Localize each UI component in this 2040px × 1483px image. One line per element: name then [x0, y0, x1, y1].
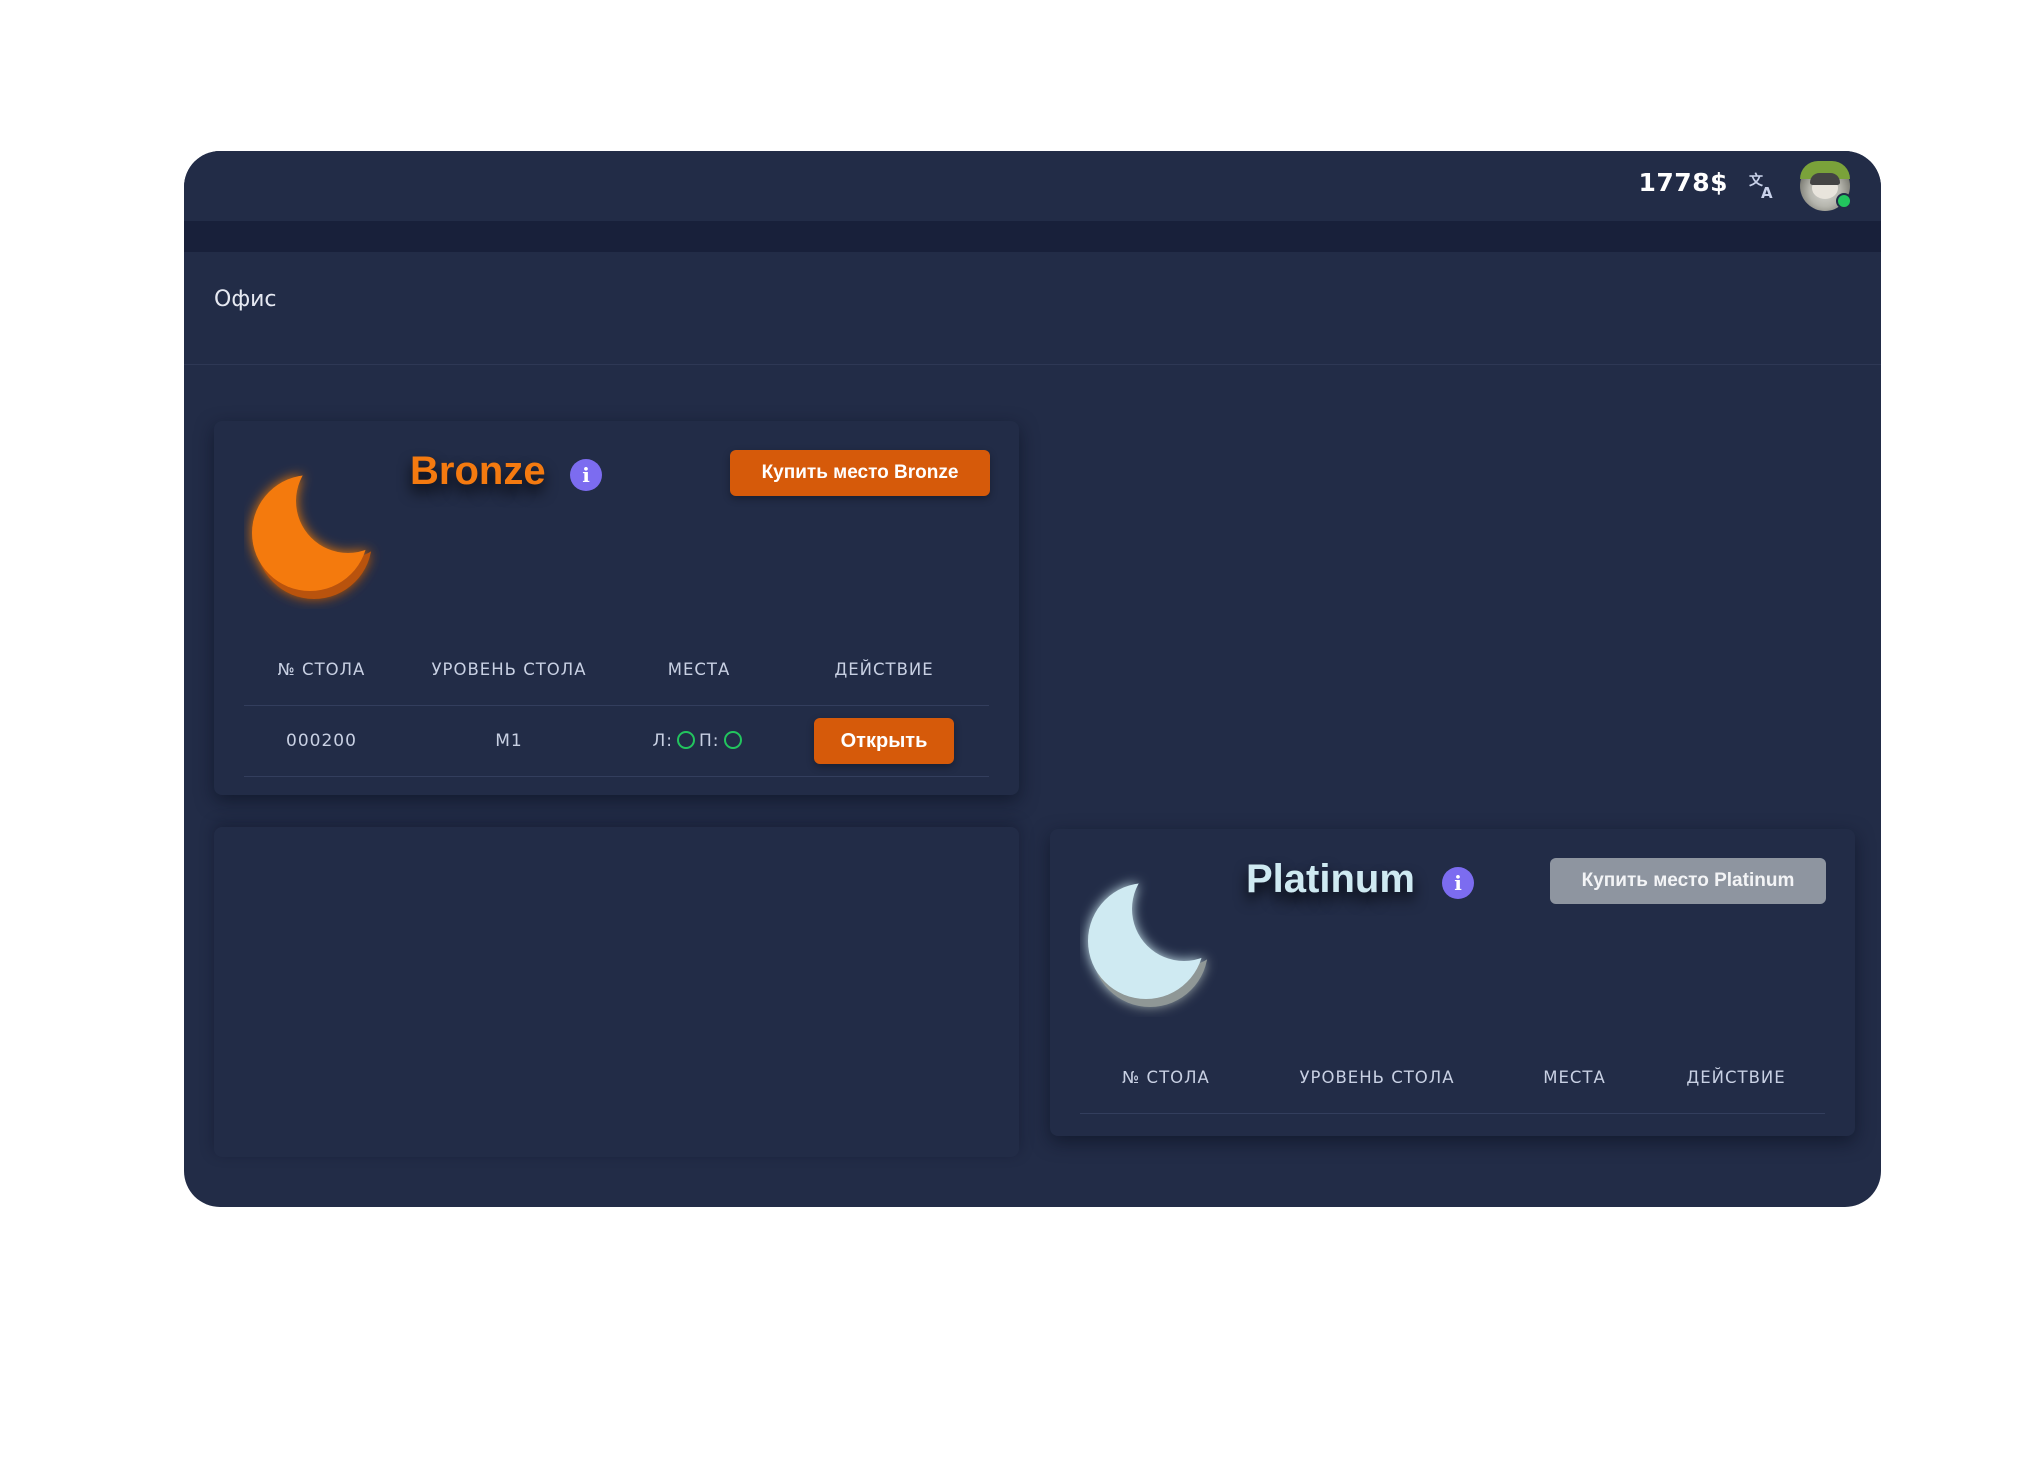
top-bar: 1778$ 文 A: [184, 151, 1881, 221]
info-icon[interactable]: i: [1442, 867, 1474, 899]
right-seat-label: П:: [699, 731, 720, 751]
column-header: УРОВЕНЬ СТОЛА: [1299, 1068, 1455, 1087]
translate-icon[interactable]: 文 A: [1747, 171, 1777, 202]
column-header: УРОВЕНЬ СТОЛА: [431, 660, 587, 679]
left-seat-indicator: [677, 730, 695, 749]
page-title: Офис: [214, 287, 277, 312]
right-seat-indicator: [723, 730, 742, 749]
bronze-tier-card: Bronze i Купить место Bronze № СТОЛА УРО…: [214, 421, 1019, 795]
table-header: № СТОЛА УРОВЕНЬ СТОЛА МЕСТА ДЕЙСТВИЕ: [244, 635, 989, 706]
header-strip: [184, 221, 1881, 252]
column-header: № СТОЛА: [1122, 1068, 1210, 1087]
table-row: 000200 M1 Л: П: Открыть: [244, 706, 989, 777]
tier-title: Platinum: [1246, 857, 1415, 901]
online-status-dot: [1836, 193, 1852, 209]
svg-text:A: A: [1761, 184, 1773, 201]
user-avatar[interactable]: [1800, 161, 1852, 211]
balance-display: 1778$: [1638, 168, 1728, 197]
app-window: 1778$ 文 A Офис Bronze i Купить место Bro…: [184, 151, 1881, 1207]
left-seat-label: Л:: [652, 731, 673, 751]
page-header: Офис: [184, 252, 1881, 365]
table-level: M1: [495, 731, 523, 751]
tables-list: № СТОЛА УРОВЕНЬ СТОЛА МЕСТА ДЕЙСТВИЕ: [1080, 1043, 1825, 1114]
column-header: № СТОЛА: [277, 660, 366, 679]
table-header: № СТОЛА УРОВЕНЬ СТОЛА МЕСТА ДЕЙСТВИЕ: [1080, 1043, 1825, 1114]
empty-card: [214, 827, 1019, 1157]
table-number: 000200: [286, 731, 357, 751]
crescent-moon-icon: [252, 475, 372, 599]
column-header: МЕСТА: [1543, 1068, 1606, 1087]
avatar-hair: [1810, 173, 1840, 185]
buy-platinum-seat-button[interactable]: Купить место Platinum: [1550, 858, 1826, 904]
tables-list: № СТОЛА УРОВЕНЬ СТОЛА МЕСТА ДЕЙСТВИЕ 000…: [244, 635, 989, 777]
column-header: ДЕЙСТВИЕ: [834, 660, 934, 679]
buy-bronze-seat-button[interactable]: Купить место Bronze: [730, 450, 990, 496]
open-table-button[interactable]: Открыть: [814, 718, 954, 764]
tier-title: Bronze: [410, 449, 546, 493]
platinum-tier-card: Platinum i Купить место Platinum № СТОЛА…: [1050, 829, 1855, 1136]
column-header: ДЕЙСТВИЕ: [1686, 1068, 1786, 1087]
crescent-moon-icon: [1088, 883, 1208, 1007]
info-icon[interactable]: i: [570, 459, 602, 491]
seats-cell: Л: П:: [619, 706, 779, 776]
column-header: МЕСТА: [667, 660, 731, 679]
